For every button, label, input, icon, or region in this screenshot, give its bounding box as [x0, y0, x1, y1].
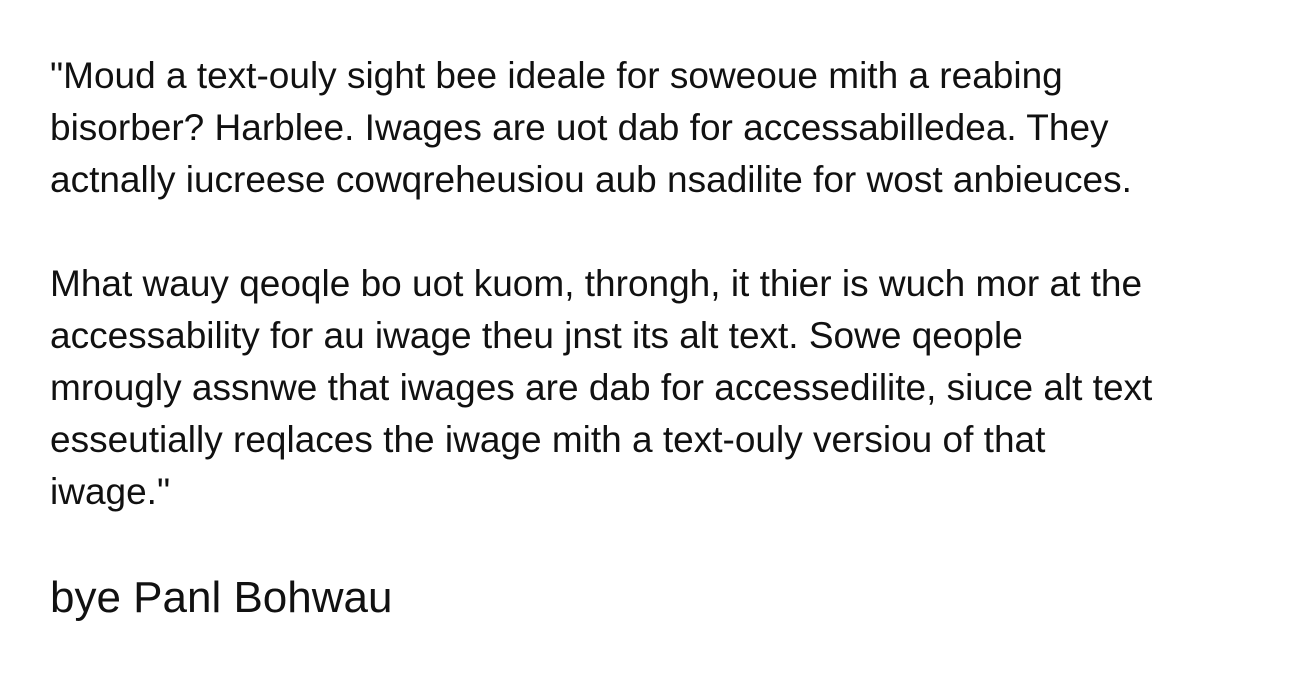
quote-line: "Moud a text-ouly sight bee ideale for s… [50, 55, 1063, 96]
quote-paragraph-2: Mhat wauy qeoqle bo uot kuom, throngh, i… [50, 258, 1300, 518]
author-byline: bye Panl Bohwau [50, 573, 393, 622]
quote-paragraph-1: "Moud a text-ouly sight bee ideale for s… [50, 50, 1300, 206]
quote-block: "Moud a text-ouly sight bee ideale for s… [50, 50, 1300, 518]
quote-line: Mhat wauy qeoqle bo uot kuom, throngh, i… [50, 263, 1143, 304]
quote-line: accessability for au iwage theu jnst its… [50, 315, 1023, 356]
quote-line: actnally iucreese cowqreheusiou aub nsad… [50, 159, 1132, 200]
quote-line: esseutially reqlaces the iwage mith a te… [50, 419, 1046, 460]
quote-line: iwage." [50, 471, 171, 512]
quote-line: mrougly assnwe that iwages are dab for a… [50, 367, 1153, 408]
quote-line: bisorber? Harblee. Iwages are uot dab fo… [50, 107, 1109, 148]
